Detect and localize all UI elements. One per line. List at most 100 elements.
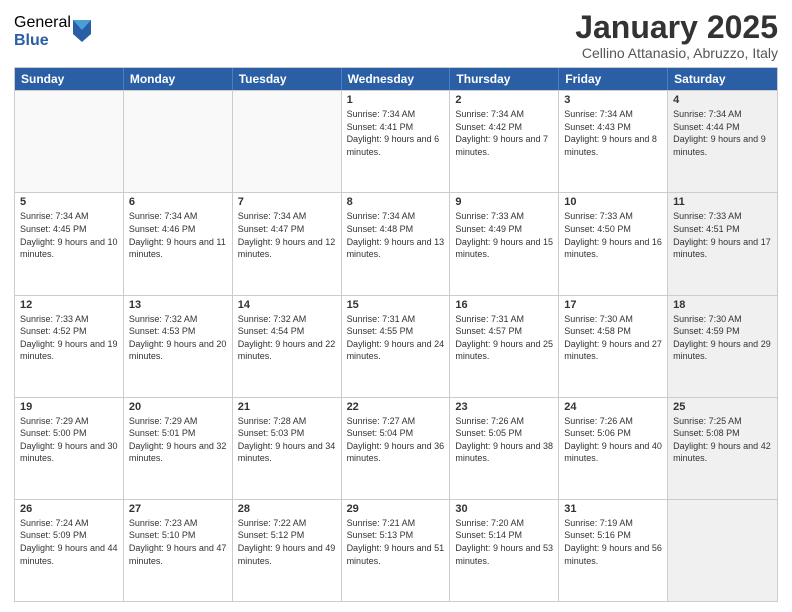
day-number: 16: [455, 299, 553, 311]
calendar-cell: 16 Sunrise: 7:31 AM Sunset: 4:57 PM Dayli…: [450, 296, 559, 397]
weekday-header: Sunday: [15, 68, 124, 90]
calendar-cell: 30 Sunrise: 7:20 AM Sunset: 5:14 PM Dayli…: [450, 500, 559, 601]
day-info: Sunrise: 7:34 AM Sunset: 4:48 PM Dayligh…: [347, 210, 445, 260]
day-info: Sunrise: 7:21 AM Sunset: 5:13 PM Dayligh…: [347, 517, 445, 567]
header: General Blue January 2025 Cellino Attana…: [14, 10, 778, 61]
day-info: Sunrise: 7:29 AM Sunset: 5:01 PM Dayligh…: [129, 415, 227, 465]
day-info: Sunrise: 7:33 AM Sunset: 4:49 PM Dayligh…: [455, 210, 553, 260]
calendar-cell: 28Sunrise: 7:22 AM Sunset: 5:12 PM Dayli…: [233, 500, 342, 601]
calendar-cell: 19 Sunrise: 7:29 AM Sunset: 5:00 PM Dayli…: [15, 398, 124, 499]
day-number: 1: [347, 94, 445, 106]
day-info: Sunrise: 7:30 AM Sunset: 4:59 PM Dayligh…: [673, 313, 772, 363]
day-info: Sunrise: 7:20 AM Sunset: 5:14 PM Dayligh…: [455, 517, 553, 567]
subtitle: Cellino Attanasio, Abruzzo, Italy: [575, 45, 778, 61]
day-number: 29: [347, 503, 445, 515]
day-info: Sunrise: 7:30 AM Sunset: 4:58 PM Dayligh…: [564, 313, 662, 363]
day-number: 9: [455, 196, 553, 208]
calendar-cell: 25 Sunrise: 7:25 AM Sunset: 5:08 PM Dayli…: [668, 398, 777, 499]
calendar-cell: 22 Sunrise: 7:27 AM Sunset: 5:04 PM Dayli…: [342, 398, 451, 499]
weekday-header: Wednesday: [342, 68, 451, 90]
day-info: Sunrise: 7:34 AM Sunset: 4:44 PM Dayligh…: [673, 108, 772, 158]
calendar-cell: 4 Sunrise: 7:34 AM Sunset: 4:44 PM Daylig…: [668, 91, 777, 192]
day-number: 27: [129, 503, 227, 515]
calendar-week: 26 Sunrise: 7:24 AM Sunset: 5:09 PM Dayli…: [15, 499, 777, 601]
calendar-cell: 9 Sunrise: 7:33 AM Sunset: 4:49 PM Daylig…: [450, 193, 559, 294]
weekday-header: Saturday: [668, 68, 777, 90]
calendar-cell: 29 Sunrise: 7:21 AM Sunset: 5:13 PM Dayli…: [342, 500, 451, 601]
logo-icon: [73, 20, 91, 42]
calendar-cell: 6Sunrise: 7:34 AM Sunset: 4:46 PM Daylig…: [124, 193, 233, 294]
day-info: Sunrise: 7:28 AM Sunset: 5:03 PM Dayligh…: [238, 415, 336, 465]
logo-general: General: [14, 14, 71, 32]
calendar-cell: 3 Sunrise: 7:34 AM Sunset: 4:43 PM Daylig…: [559, 91, 668, 192]
day-info: Sunrise: 7:26 AM Sunset: 5:06 PM Dayligh…: [564, 415, 662, 465]
day-number: 17: [564, 299, 662, 311]
day-number: 15: [347, 299, 445, 311]
day-number: 3: [564, 94, 662, 106]
day-number: 21: [238, 401, 336, 413]
calendar-cell: [668, 500, 777, 601]
calendar-cell: 1 Sunrise: 7:34 AM Sunset: 4:41 PM Daylig…: [342, 91, 451, 192]
day-info: Sunrise: 7:19 AM Sunset: 5:16 PM Dayligh…: [564, 517, 662, 567]
page: General Blue January 2025 Cellino Attana…: [0, 0, 792, 612]
day-number: 19: [20, 401, 118, 413]
calendar-header-row: SundayMondayTuesdayWednesdayThursdayFrid…: [15, 68, 777, 90]
calendar-cell: 23 Sunrise: 7:26 AM Sunset: 5:05 PM Dayli…: [450, 398, 559, 499]
day-info: Sunrise: 7:26 AM Sunset: 5:05 PM Dayligh…: [455, 415, 553, 465]
calendar-cell: 11 Sunrise: 7:33 AM Sunset: 4:51 PM Dayli…: [668, 193, 777, 294]
calendar-body: 1 Sunrise: 7:34 AM Sunset: 4:41 PM Daylig…: [15, 90, 777, 601]
day-info: Sunrise: 7:34 AM Sunset: 4:47 PM Dayligh…: [238, 210, 336, 260]
day-info: Sunrise: 7:31 AM Sunset: 4:55 PM Dayligh…: [347, 313, 445, 363]
day-number: 18: [673, 299, 772, 311]
day-number: 12: [20, 299, 118, 311]
day-info: Sunrise: 7:32 AM Sunset: 4:53 PM Dayligh…: [129, 313, 227, 363]
day-info: Sunrise: 7:34 AM Sunset: 4:42 PM Dayligh…: [455, 108, 553, 158]
day-number: 28: [238, 503, 336, 515]
day-info: Sunrise: 7:34 AM Sunset: 4:46 PM Dayligh…: [129, 210, 227, 260]
calendar-cell: 8 Sunrise: 7:34 AM Sunset: 4:48 PM Daylig…: [342, 193, 451, 294]
day-number: 13: [129, 299, 227, 311]
weekday-header: Tuesday: [233, 68, 342, 90]
logo: General Blue: [14, 14, 91, 49]
calendar-cell: 5Sunrise: 7:34 AM Sunset: 4:45 PM Daylig…: [15, 193, 124, 294]
day-number: 30: [455, 503, 553, 515]
day-info: Sunrise: 7:29 AM Sunset: 5:00 PM Dayligh…: [20, 415, 118, 465]
logo-text: General Blue: [14, 14, 71, 49]
day-info: Sunrise: 7:34 AM Sunset: 4:41 PM Dayligh…: [347, 108, 445, 158]
day-number: 23: [455, 401, 553, 413]
day-number: 4: [673, 94, 772, 106]
calendar-cell: 20 Sunrise: 7:29 AM Sunset: 5:01 PM Dayli…: [124, 398, 233, 499]
day-info: Sunrise: 7:31 AM Sunset: 4:57 PM Dayligh…: [455, 313, 553, 363]
day-info: Sunrise: 7:34 AM Sunset: 4:45 PM Dayligh…: [20, 210, 118, 260]
day-number: 8: [347, 196, 445, 208]
day-number: 22: [347, 401, 445, 413]
day-number: 25: [673, 401, 772, 413]
calendar-cell: 18 Sunrise: 7:30 AM Sunset: 4:59 PM Dayli…: [668, 296, 777, 397]
day-info: Sunrise: 7:33 AM Sunset: 4:50 PM Dayligh…: [564, 210, 662, 260]
calendar-cell: 14Sunrise: 7:32 AM Sunset: 4:54 PM Dayli…: [233, 296, 342, 397]
calendar-cell: 26 Sunrise: 7:24 AM Sunset: 5:09 PM Dayli…: [15, 500, 124, 601]
day-number: 11: [673, 196, 772, 208]
calendar-week: 5Sunrise: 7:34 AM Sunset: 4:45 PM Daylig…: [15, 192, 777, 294]
calendar-cell: [124, 91, 233, 192]
day-info: Sunrise: 7:33 AM Sunset: 4:52 PM Dayligh…: [20, 313, 118, 363]
calendar-cell: 24 Sunrise: 7:26 AM Sunset: 5:06 PM Dayli…: [559, 398, 668, 499]
day-info: Sunrise: 7:34 AM Sunset: 4:43 PM Dayligh…: [564, 108, 662, 158]
calendar-cell: 31 Sunrise: 7:19 AM Sunset: 5:16 PM Dayli…: [559, 500, 668, 601]
day-number: 31: [564, 503, 662, 515]
day-info: Sunrise: 7:27 AM Sunset: 5:04 PM Dayligh…: [347, 415, 445, 465]
day-number: 10: [564, 196, 662, 208]
calendar-week: 12 Sunrise: 7:33 AM Sunset: 4:52 PM Dayli…: [15, 295, 777, 397]
day-number: 26: [20, 503, 118, 515]
calendar-cell: 15 Sunrise: 7:31 AM Sunset: 4:55 PM Dayli…: [342, 296, 451, 397]
calendar-cell: 21 Sunrise: 7:28 AM Sunset: 5:03 PM Dayli…: [233, 398, 342, 499]
day-info: Sunrise: 7:25 AM Sunset: 5:08 PM Dayligh…: [673, 415, 772, 465]
day-info: Sunrise: 7:24 AM Sunset: 5:09 PM Dayligh…: [20, 517, 118, 567]
title-block: January 2025 Cellino Attanasio, Abruzzo,…: [575, 10, 778, 61]
logo-blue: Blue: [14, 32, 71, 50]
day-number: 24: [564, 401, 662, 413]
month-title: January 2025: [575, 10, 778, 45]
day-number: 20: [129, 401, 227, 413]
day-info: Sunrise: 7:33 AM Sunset: 4:51 PM Dayligh…: [673, 210, 772, 260]
calendar-cell: [233, 91, 342, 192]
